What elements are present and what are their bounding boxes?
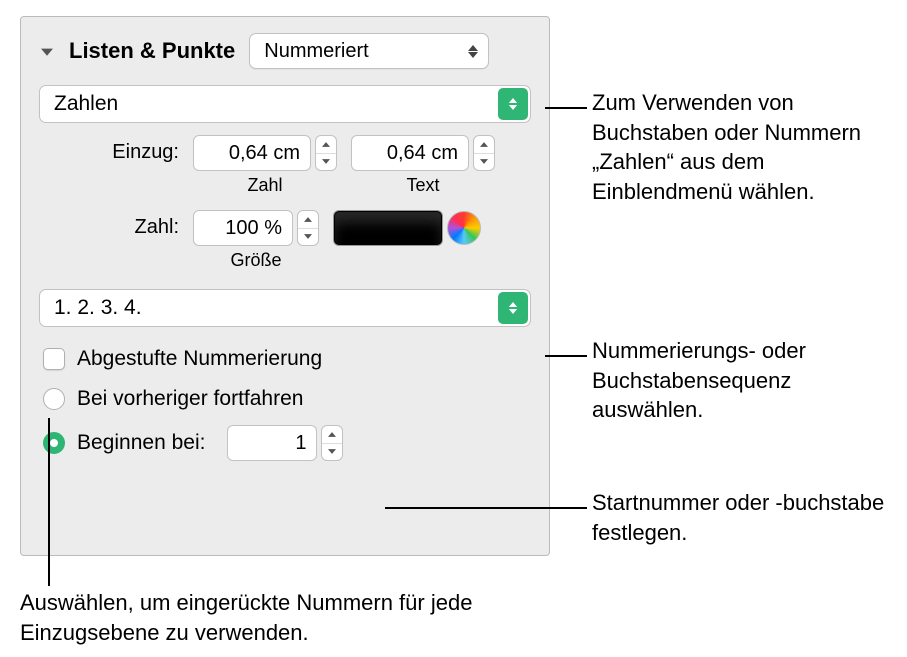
continue-label: Bei vorheriger fortfahren	[77, 387, 303, 411]
stepper-down-icon[interactable]	[322, 444, 342, 461]
indent-row: Einzug: 0,64 cm Zahl 0,64 cm	[99, 135, 531, 196]
start-at-stepper[interactable]	[321, 425, 343, 461]
stepper-up-icon[interactable]	[474, 136, 494, 154]
inspector-panel: Listen & Punkte Nummeriert Zahlen Einzug…	[20, 16, 550, 556]
indent-text-sublabel: Text	[406, 175, 439, 196]
continue-radio[interactable]	[43, 388, 65, 410]
tiered-label: Abgestufte Nummerierung	[77, 347, 322, 371]
start-at-row: Beginnen bei: 1	[39, 419, 531, 467]
annotation-start: Startnummer oder -buchstabe festlegen.	[592, 488, 892, 547]
number-type-value: Zahlen	[54, 92, 118, 116]
popup-indicator-icon	[498, 88, 528, 120]
updown-icon	[468, 45, 478, 58]
list-type-dropdown[interactable]: Nummeriert	[249, 33, 489, 69]
size-sublabel: Größe	[230, 250, 281, 271]
indent-number-input[interactable]: 0,64 cm	[193, 135, 311, 171]
zahl-label: Zahl:	[99, 210, 179, 239]
leader-line	[545, 355, 587, 357]
stepper-down-icon[interactable]	[298, 229, 318, 246]
stepper-up-icon[interactable]	[298, 211, 318, 229]
start-at-radio[interactable]	[43, 432, 65, 454]
disclosure-triangle-icon[interactable]	[39, 43, 55, 59]
continue-prev-row: Bei vorheriger fortfahren	[39, 379, 531, 419]
section-header: Listen & Punkte Nummeriert	[39, 33, 531, 69]
indent-text-input[interactable]: 0,64 cm	[351, 135, 469, 171]
indent-text-stepper[interactable]	[473, 135, 495, 171]
annotation-sequence: Nummerierungs- oder Buchstabensequenz au…	[592, 336, 892, 425]
tiered-checkbox[interactable]	[43, 348, 65, 370]
color-well[interactable]	[333, 210, 443, 246]
leader-line	[48, 418, 50, 586]
start-at-input[interactable]: 1	[227, 425, 317, 461]
number-type-popup[interactable]: Zahlen	[39, 85, 531, 123]
popup-indicator-icon	[498, 292, 528, 324]
start-at-label: Beginnen bei:	[77, 431, 205, 455]
sequence-value: 1. 2. 3. 4.	[54, 296, 142, 320]
list-type-value: Nummeriert	[264, 40, 368, 63]
indent-label: Einzug:	[99, 135, 179, 164]
section-title: Listen & Punkte	[69, 38, 235, 64]
size-input[interactable]: 100 %	[193, 210, 293, 246]
stepper-down-icon[interactable]	[316, 154, 336, 171]
zahl-row: Zahl: 100 % Größe	[99, 210, 531, 271]
stepper-up-icon[interactable]	[322, 426, 342, 444]
annotation-tiered: Auswählen, um eingerückte Nummern für je…	[20, 588, 500, 647]
leader-line	[545, 107, 587, 109]
color-picker-icon[interactable]	[447, 211, 481, 245]
indent-number-stepper[interactable]	[315, 135, 337, 171]
tiered-numbering-row: Abgestufte Nummerierung	[39, 339, 531, 379]
annotation-zahlen: Zum Verwenden von Buchstaben oder Nummer…	[592, 88, 892, 207]
size-stepper[interactable]	[297, 210, 319, 246]
indent-number-sublabel: Zahl	[247, 175, 282, 196]
stepper-down-icon[interactable]	[474, 154, 494, 171]
sequence-popup[interactable]: 1. 2. 3. 4.	[39, 289, 531, 327]
stepper-up-icon[interactable]	[316, 136, 336, 154]
leader-line	[385, 507, 587, 509]
